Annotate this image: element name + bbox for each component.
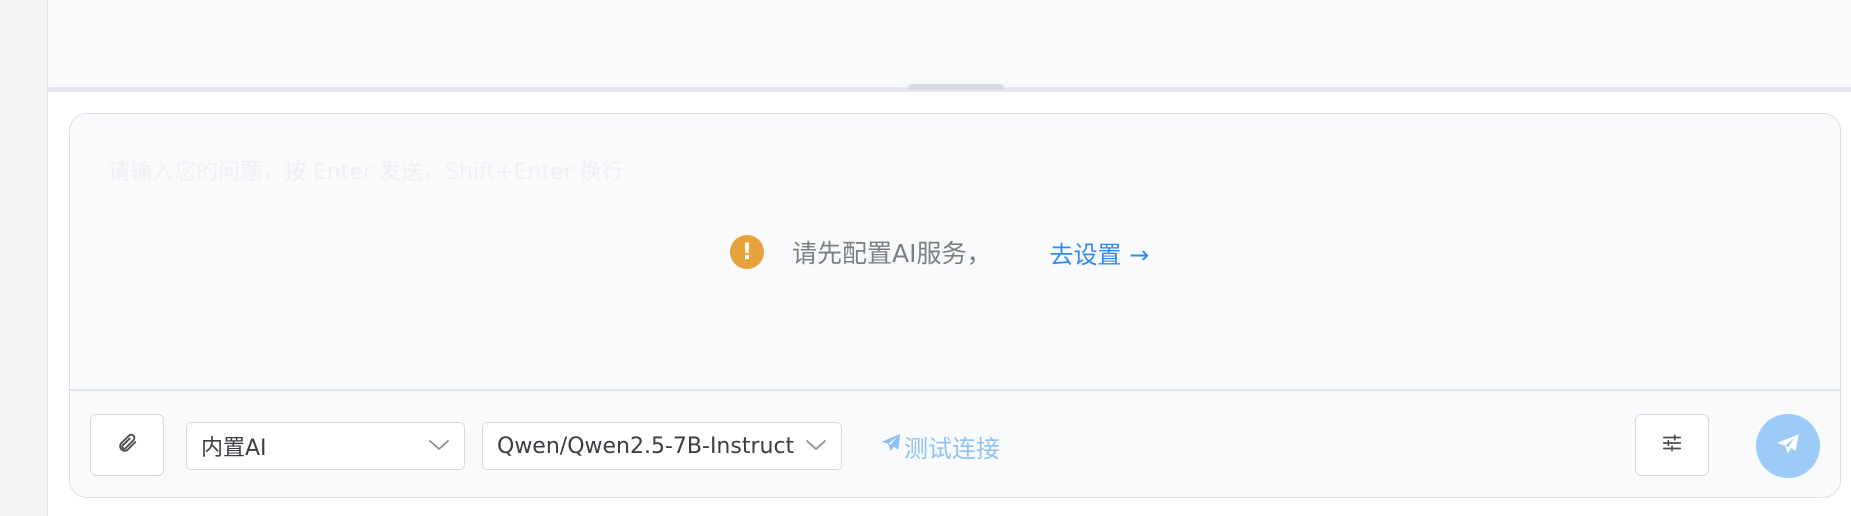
test-connection-button[interactable]: 测试连接	[880, 429, 1000, 463]
warning-icon: !	[730, 235, 764, 269]
message-input[interactable]: 请输入您的问题，按 Enter 发送，Shift+Enter 换行 ! 请先配置…	[70, 114, 1840, 391]
input-placeholder: 请输入您的问题，按 Enter 发送，Shift+Enter 换行	[108, 160, 624, 185]
input-toolbar: 内置AI Qwen/Qwen2.5-7B-Instruct 测试连接	[70, 391, 1840, 497]
model-select[interactable]: Qwen/Qwen2.5-7B-Instruct	[482, 422, 842, 470]
test-connection-label: 测试连接	[904, 434, 1000, 463]
provider-select-value: 内置AI	[201, 436, 267, 461]
send-button[interactable]	[1756, 414, 1820, 478]
config-notice: ! 请先配置AI服务， 去设置 →	[730, 234, 1149, 270]
notice-text: 请先配置AI服务，	[792, 239, 992, 268]
message-area	[48, 0, 1851, 88]
main-panel: 请输入您的问题，按 Enter 发送，Shift+Enter 换行 ! 请先配置…	[48, 0, 1851, 516]
attach-button[interactable]	[90, 414, 164, 476]
send-icon	[1775, 431, 1801, 461]
chat-input-box: 请输入您的问题，按 Enter 发送，Shift+Enter 换行 ! 请先配置…	[69, 113, 1841, 498]
settings-button[interactable]	[1635, 414, 1709, 476]
chevron-down-icon	[805, 437, 827, 456]
resize-handle[interactable]	[908, 84, 1004, 90]
provider-select[interactable]: 内置AI	[186, 422, 465, 470]
sliders-icon	[1661, 432, 1683, 458]
left-gutter	[0, 0, 48, 516]
go-settings-link[interactable]: 去设置 →	[1049, 235, 1149, 270]
paper-plane-icon	[880, 432, 904, 460]
chevron-down-icon	[428, 437, 450, 456]
paperclip-icon	[116, 432, 138, 458]
model-select-value: Qwen/Qwen2.5-7B-Instruct	[497, 433, 795, 459]
